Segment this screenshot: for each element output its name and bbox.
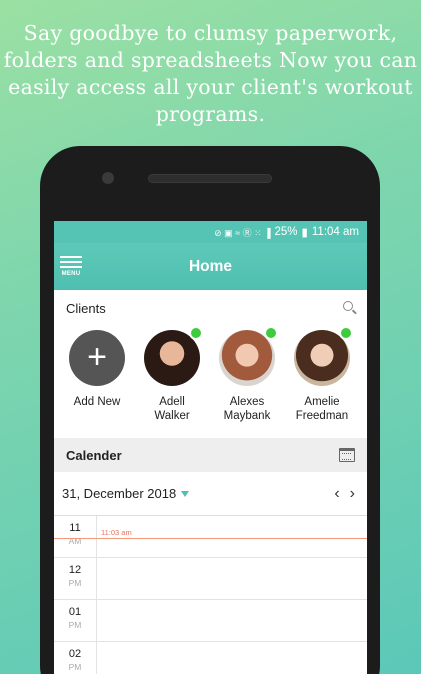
promo-line: easily access all your client's workout — [8, 75, 413, 99]
promo-text: Say goodbye to clumsy paperwork, folders… — [0, 20, 421, 128]
hour-label: 12 PM — [54, 564, 96, 590]
promo-line: Say goodbye to clumsy paperwork, — [23, 21, 398, 45]
hamburger-icon — [60, 256, 82, 258]
date-selector[interactable]: 31, December 2018 — [62, 486, 190, 501]
avatar — [144, 326, 203, 386]
hour-label: 01 PM — [54, 606, 96, 632]
promo-line: folders and spreadsheets Now you can — [3, 48, 418, 72]
online-status-dot — [339, 326, 353, 340]
client-last-name: Maybank — [223, 410, 271, 422]
calendar-header: Calender — [54, 438, 367, 472]
dropdown-arrow-icon — [181, 490, 190, 497]
day-schedule: 11 AM 11:03 am 12 PM 01 PM 02 PM — [54, 516, 367, 674]
hour-period: PM — [68, 620, 82, 630]
client-first-name: Alexes — [229, 396, 265, 408]
promo-line: programs. — [155, 102, 266, 126]
online-status-dot — [189, 326, 203, 340]
hour-number: 12 — [68, 564, 82, 576]
client-last-name: Freedman — [295, 410, 349, 422]
clients-header: Clients — [54, 290, 367, 326]
camera — [102, 172, 114, 184]
search-icon[interactable] — [343, 301, 357, 315]
hour-slot[interactable]: 01 PM — [54, 600, 367, 642]
hour-period: PM — [68, 578, 82, 588]
app-bar: MENU Home — [54, 243, 367, 290]
menu-button[interactable]: MENU — [60, 253, 82, 277]
client-card[interactable]: Adell Walker — [132, 326, 212, 423]
clock: 11:04 am — [311, 226, 359, 238]
hour-number: 01 — [68, 606, 82, 618]
phone-frame: ⊘ ▣ ≈ Ⓡ ⁙ ▐ 25% ▮ 11:04 am MENU Home Cli… — [40, 146, 380, 674]
hamburger-icon-bar — [60, 261, 82, 263]
calendar-heading: Calender — [66, 447, 122, 463]
status-icons: ⊘ ▣ ≈ Ⓡ ⁙ ▐ — [214, 227, 271, 238]
current-time-line — [54, 538, 367, 539]
client-first-name: Amelie — [304, 396, 340, 408]
client-last-name: Walker — [154, 410, 190, 422]
battery-icon: ▮ — [301, 227, 308, 239]
hour-label: 02 PM — [54, 648, 96, 674]
hour-number: 11 — [69, 522, 81, 534]
prev-day-button[interactable]: ‹ — [334, 485, 339, 503]
speaker — [148, 174, 272, 183]
hour-period: PM — [68, 662, 82, 672]
avatar — [219, 326, 278, 386]
calendar-icon[interactable] — [339, 448, 355, 462]
client-first-name: Adell — [159, 396, 185, 408]
app-screen: ⊘ ▣ ≈ Ⓡ ⁙ ▐ 25% ▮ 11:04 am MENU Home Cli… — [54, 221, 367, 674]
clients-heading: Clients — [66, 300, 106, 316]
selected-date: 31, December 2018 — [62, 486, 177, 501]
status-bar: ⊘ ▣ ≈ Ⓡ ⁙ ▐ 25% ▮ 11:04 am — [54, 221, 367, 243]
online-status-dot — [264, 326, 278, 340]
avatar — [294, 326, 353, 386]
hamburger-icon-bar — [60, 266, 82, 268]
hour-period: AM — [68, 536, 82, 546]
page-title: Home — [188, 257, 233, 275]
next-day-button[interactable]: › — [350, 485, 355, 503]
menu-label: MENU — [61, 271, 81, 277]
hour-slot[interactable]: 11 AM 11:03 am — [54, 516, 367, 558]
client-card[interactable]: Alexes Maybank — [207, 326, 287, 423]
add-client-label: Add New — [73, 396, 121, 408]
date-bar: 31, December 2018 ‹ › — [54, 472, 367, 516]
clients-row: + Add New Adell Walker Alexes Maybank Am… — [54, 326, 367, 436]
client-card[interactable]: Amelie Freedman — [282, 326, 362, 423]
hour-slot[interactable]: 02 PM — [54, 642, 367, 674]
hour-label: 11 AM — [54, 522, 96, 548]
hour-slot[interactable]: 12 PM — [54, 558, 367, 600]
current-time-label: 11:03 am — [101, 528, 132, 537]
add-client-button[interactable]: + Add New — [57, 330, 137, 409]
plus-icon: + — [69, 330, 125, 386]
battery-level: 25% — [274, 226, 298, 238]
hour-number: 02 — [68, 648, 82, 660]
